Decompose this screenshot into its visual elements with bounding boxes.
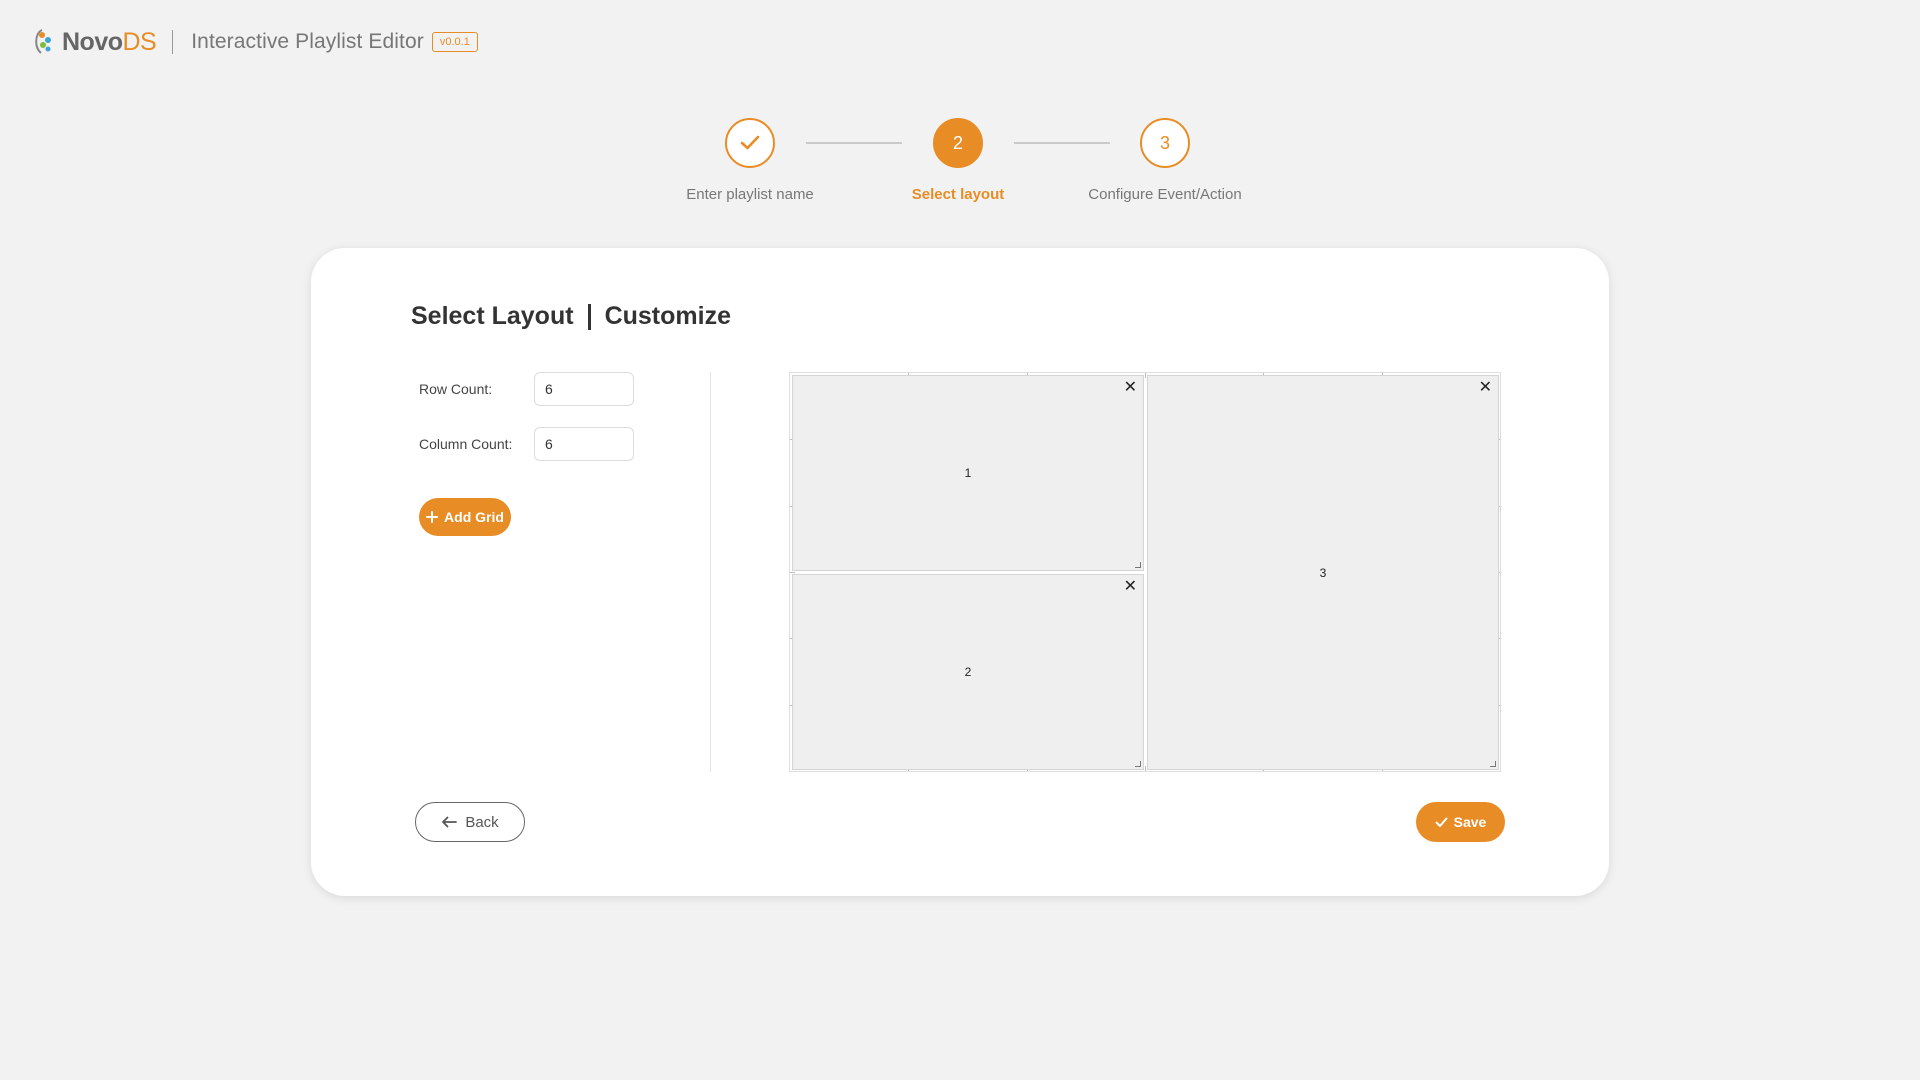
step-1-circle [725,118,775,168]
check-icon [740,135,760,150]
grid-cell-number: 2 [964,665,972,679]
grid-tick [1145,373,1146,378]
version-badge: v0.0.1 [431,32,478,52]
check-icon [1435,817,1448,827]
step-enter-playlist-name: Enter playlist name [680,118,820,203]
resize-handle-icon[interactable] [1135,761,1141,767]
row-count-input[interactable] [534,372,634,406]
app-header: NovoDS Interactive Playlist Editor v0.0.… [32,24,478,60]
resize-handle-icon[interactable] [1135,562,1141,568]
column-count-label: Column Count: [419,436,513,452]
grid-cell-3[interactable]: 3 ✕ [1147,375,1499,770]
step-2-label: Select layout [911,186,1005,203]
plus-icon [426,511,439,523]
row-count-field: Row Count: [419,372,634,406]
step-3-label: Configure Event/Action [1088,186,1242,203]
step-1-label: Enter playlist name [686,186,814,203]
panel-divider [710,372,711,772]
header-divider [172,30,174,54]
back-button[interactable]: Back [415,802,525,842]
brand-name-ds: DS [122,27,157,56]
row-count-label: Row Count: [419,381,493,397]
close-icon[interactable]: ✕ [1124,579,1137,595]
grid-tick [1145,766,1146,771]
add-grid-button[interactable]: Add Grid [419,498,511,536]
save-label: Save [1453,814,1487,830]
title-select-layout: Select Layout [411,302,574,330]
close-icon[interactable]: ✕ [1124,380,1137,396]
step-select-layout: 2 Select layout [888,118,1028,203]
column-count-field: Column Count: [419,427,634,461]
layout-grid-canvas[interactable]: 1 ✕ 2 ✕ 3 ✕ [789,372,1501,772]
layout-card: Select Layout Customize Row Count: Colum… [311,248,1609,896]
step-2-circle: 2 [933,118,983,168]
app-title: Interactive Playlist Editor [191,30,424,53]
grid-cell-number: 1 [964,466,972,480]
title-customize: Customize [604,302,731,330]
grid-tick [790,572,795,573]
title-separator [587,303,591,330]
card-title: Select Layout Customize [411,302,731,331]
brand-name: NovoDS [62,27,157,57]
add-grid-label: Add Grid [444,509,504,525]
close-icon[interactable]: ✕ [1479,380,1492,396]
save-button[interactable]: Save [1416,802,1505,842]
novods-logo-icon [32,27,56,57]
column-count-input[interactable] [534,427,634,461]
grid-cell-number: 3 [1319,565,1327,580]
brand-name-novo: Novo [62,27,123,56]
arrow-left-icon [442,816,458,828]
back-label: Back [465,813,499,831]
step-3-circle: 3 [1140,118,1190,168]
resize-handle-icon[interactable] [1490,761,1496,767]
grid-cell-1[interactable]: 1 ✕ [792,375,1144,571]
grid-cell-2[interactable]: 2 ✕ [792,574,1144,770]
step-configure-event-action: 3 Configure Event/Action [1065,118,1265,203]
